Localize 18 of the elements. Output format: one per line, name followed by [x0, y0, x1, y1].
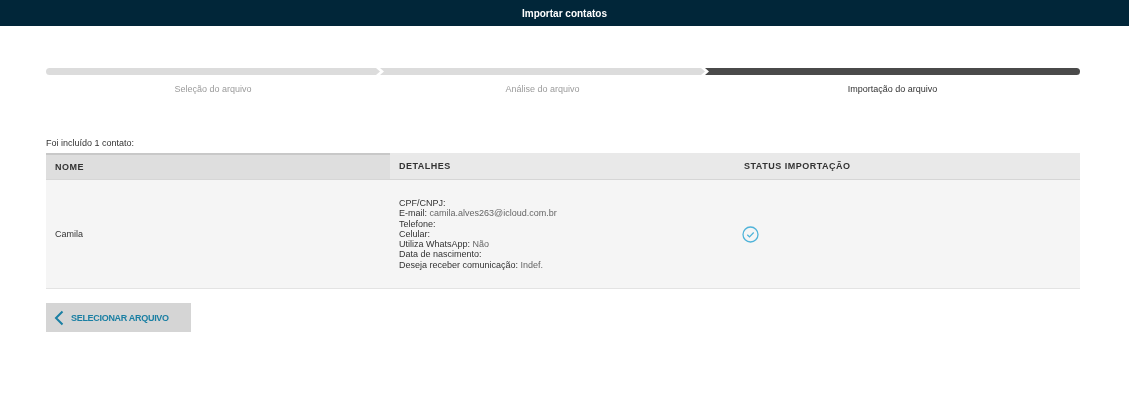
chevron-left-icon: [54, 309, 64, 326]
detail-line: Deseja receber comunicação: Indef.: [399, 259, 544, 271]
step-label: Importação do arquivo: [847, 84, 938, 94]
select-file-button[interactable]: SELECIONAR ARQUIVO: [46, 303, 191, 332]
column-header: NOME: [46, 153, 390, 180]
detail-line: Data de nascimento:: [399, 249, 482, 260]
step-label: Seleção do arquivo: [174, 84, 252, 94]
column-header: DETALHES: [390, 153, 735, 180]
detail-line: Telefone:: [399, 218, 436, 229]
result-summary: Foi incluído 1 contato:: [46, 138, 135, 148]
detail-line: Utiliza WhatsApp: Não: [399, 239, 490, 250]
window-title: Importar contatos: [522, 7, 607, 19]
detail-line: Celular:: [399, 228, 430, 240]
detail-line: E-mail: camila.alves263@icloud.com.br: [399, 208, 557, 219]
column-header: STATUS IMPORTAÇÃO: [735, 153, 1080, 180]
detail-line: CPF/CNPJ:: [399, 197, 446, 209]
step-label: Análise do arquivo: [505, 84, 580, 94]
table-cell: Camila: [46, 180, 390, 289]
